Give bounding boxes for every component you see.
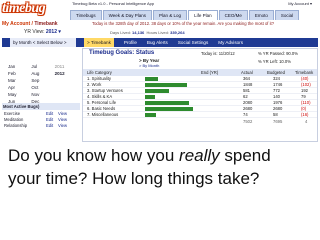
tab-life-plan[interactable]: Life Plan: [188, 10, 218, 20]
month-row: May Nov: [8, 91, 78, 98]
month-link[interactable]: Jul: [31, 63, 54, 70]
hours-lived-label: Hours Lived:: [146, 30, 169, 35]
year-link[interactable]: 2012: [55, 70, 78, 77]
total-budget: 7695: [273, 119, 283, 124]
month-link[interactable]: Apr: [8, 84, 31, 91]
month-link[interactable]: Jan: [8, 63, 31, 70]
year-view-selector[interactable]: YR View: 2012 ▾: [24, 28, 61, 37]
window-title: Timebug Beta v1.0 - Personal Intelligenc…: [72, 1, 155, 6]
category-progress-bar: [145, 101, 190, 105]
col-timebank: Timebank: [295, 70, 314, 75]
nav-profile[interactable]: Profile: [124, 38, 137, 47]
app-title-bar: Timebug Beta v1.0 - Personal Intelligenc…: [70, 0, 320, 8]
month-link[interactable]: Mar: [8, 77, 31, 84]
list-item: Relationship Edit View: [2, 123, 80, 129]
edit-link[interactable]: Edit: [46, 123, 58, 129]
caption-box: Do you know how you really spend your ti…: [8, 144, 314, 238]
nav-my-advisors[interactable]: My Advisors: [218, 38, 243, 47]
month-link[interactable]: Nov: [31, 91, 54, 98]
nav-bug-alerts[interactable]: Bug Alerts: [147, 38, 168, 47]
today-date: Today is: 11/20/12: [201, 51, 235, 56]
tab-social[interactable]: Social: [274, 10, 300, 20]
category-progress-bar: [145, 83, 188, 87]
account-name: Timebank: [34, 21, 58, 27]
year-view-row: YR View: 2012 ▾ Days Lived: 14,136 Hours…: [0, 28, 320, 37]
caption-line-1: Do you know how you really spend: [8, 144, 314, 167]
sidebar: Jan Jul 2011 Feb Aug 2012 Mar Sep Apr Oc…: [2, 49, 80, 142]
hours-lived-value: 339,264: [170, 30, 185, 35]
my-account-link[interactable]: My Account ▾: [288, 0, 312, 8]
days-lived-label: Days Lived:: [110, 30, 131, 35]
caption-line-1-b: spend: [219, 146, 271, 165]
today-banner: Today is the 328th day of 2012. 38 days …: [92, 21, 275, 26]
top-nav-tabs: Timebugs Week & Day Plans Plan & Log Lif…: [70, 10, 318, 20]
nav-social-settings[interactable]: Social Settings: [178, 38, 208, 47]
tab-week-day-plans[interactable]: Week & Day Plans: [102, 10, 153, 20]
timebug-logo: timebug: [2, 1, 46, 16]
caption-emphasis: really: [179, 146, 220, 165]
lived-stats: Days Lived: 14,136 Hours Lived: 339,264: [110, 28, 185, 37]
goals-header: Timebug Goals: Status > By Year > By Mon…: [83, 49, 317, 68]
total-actual: 7502: [243, 119, 253, 124]
year-view-label: YR View:: [24, 29, 45, 35]
nav-timebank[interactable]: > Timebank: [84, 38, 114, 47]
month-link[interactable]: May: [8, 91, 31, 98]
bug-label: Relationship: [4, 123, 28, 128]
by-month-link[interactable]: > By Month: [139, 63, 159, 68]
tab-plan-log[interactable]: Plan & Log: [153, 10, 188, 20]
secondary-nav-bar: by Month < Select Below > > Timebank Pro…: [2, 38, 318, 47]
category-progress-bar: [145, 113, 156, 117]
month-link[interactable]: Oct: [31, 84, 54, 91]
most-active-bugs-header: Most Active Bugs): [2, 103, 80, 110]
goals-title: Timebug Goals: Status: [89, 50, 155, 56]
category-progress-bar: [145, 89, 170, 93]
month-row: Mar Sep: [8, 77, 78, 84]
category-progress-bar: [145, 95, 155, 99]
year-left: % YR Left: 10.0%: [258, 59, 291, 64]
col-actual: Actual: [241, 70, 253, 75]
tab-timebugs[interactable]: Timebugs: [70, 10, 102, 20]
month-link[interactable]: Sep: [31, 77, 54, 84]
month-row: Jan Jul 2011: [8, 63, 78, 70]
secondary-nav-items: > Timebank Profile Bug Alerts Social Set…: [84, 38, 243, 47]
year-passed: % YR Passed: 90.0%: [258, 51, 298, 56]
account-row: My Account / Timebank Today is the 328th…: [0, 20, 320, 28]
month-link[interactable]: Aug: [31, 70, 54, 77]
col-life-category: Life Category: [87, 70, 112, 75]
table-header: Life Category End (YR) Actual Budgeted T…: [83, 69, 317, 76]
month-row: Apr Oct: [8, 84, 78, 91]
life-category-table: Life Category End (YR) Actual Budgeted T…: [83, 69, 317, 125]
month-select-dropdown[interactable]: by Month < Select Below >: [10, 38, 76, 47]
col-budgeted: Budgeted: [267, 70, 285, 75]
month-row: Feb Aug 2012: [8, 70, 78, 77]
category-progress-bar: [145, 107, 193, 111]
tab-ceo-me[interactable]: CEO/Me: [218, 10, 248, 20]
caption-line-2: your time? How long things take?: [8, 169, 260, 188]
view-link[interactable]: View: [58, 123, 70, 129]
category-progress-bar: [145, 77, 158, 81]
caption-line-1-a: Do you know how you: [8, 146, 180, 165]
days-lived-value: 14,136: [132, 30, 145, 35]
month-grid: Jan Jul 2011 Feb Aug 2012 Mar Sep Apr Oc…: [8, 63, 78, 105]
month-link[interactable]: Feb: [8, 70, 31, 77]
goals-status-panel: Timebug Goals: Status > By Year > By Mon…: [82, 48, 318, 142]
tab-emoto[interactable]: Emoto: [248, 10, 274, 20]
year-link[interactable]: 2011: [55, 63, 78, 70]
account-breadcrumb: My Account / Timebank: [2, 20, 58, 28]
account-prefix[interactable]: My Account /: [2, 21, 34, 27]
most-active-bugs-list: Exercise Edit View Meditation Edit View …: [2, 111, 80, 129]
col-end-yr: End (YR): [201, 70, 219, 75]
total-bank: 4: [305, 119, 308, 124]
totals-row: 7502 7695 4: [83, 118, 317, 125]
year-view-value[interactable]: 2012 ▾: [46, 29, 61, 35]
